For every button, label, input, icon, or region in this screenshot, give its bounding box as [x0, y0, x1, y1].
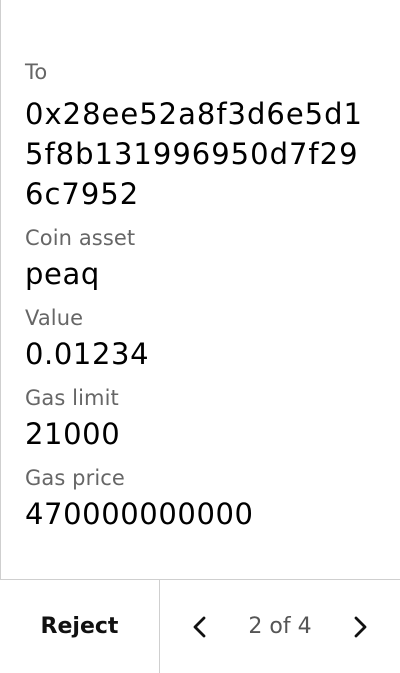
footer-bar: Reject 2 of 4 — [0, 579, 400, 673]
pager: 2 of 4 — [160, 580, 400, 673]
value-amount: 0.01234 — [25, 337, 150, 371]
chevron-left-icon[interactable] — [188, 615, 212, 639]
gas-price-value: 470000000000 — [25, 497, 254, 531]
transaction-review-screen: To 0x28ee52a8f3d6e5d15f8b131996950d7f296… — [0, 0, 400, 673]
left-divider — [0, 0, 1, 672]
coin-asset-value: peaq — [25, 257, 100, 291]
chevron-right-icon[interactable] — [348, 615, 372, 639]
value-label: Value — [25, 306, 84, 330]
gas-price-label: Gas price — [25, 466, 125, 490]
reject-button[interactable]: Reject — [0, 580, 160, 673]
to-label: To — [25, 60, 48, 84]
transaction-details: To 0x28ee52a8f3d6e5d15f8b131996950d7f296… — [25, 56, 380, 542]
to-address: 0x28ee52a8f3d6e5d15f8b131996950d7f296c79… — [25, 97, 363, 211]
page-indicator: 2 of 4 — [248, 614, 312, 639]
gas-limit-value: 21000 — [25, 417, 121, 451]
coin-asset-label: Coin asset — [25, 226, 136, 250]
gas-limit-label: Gas limit — [25, 386, 119, 410]
